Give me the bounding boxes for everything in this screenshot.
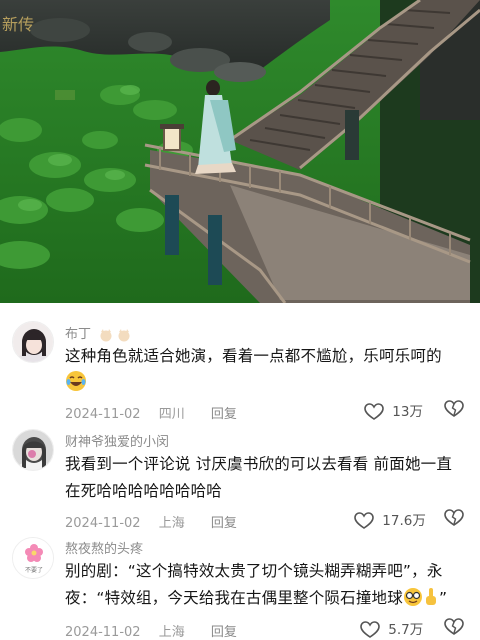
comment-body: 这种角色就适合她演，看着一点都不尴尬，乐呵乐呵的 [65, 347, 442, 365]
nerd-face-icon [403, 587, 423, 616]
comment-date: 2024-11-02 [65, 516, 141, 531]
avatar[interactable]: 不要了 [12, 537, 54, 579]
comment-username[interactable]: 财神爷独爱的小闵 [65, 431, 169, 450]
comment-location: 上海 [158, 516, 185, 531]
comment-username[interactable]: 熬夜熬的头疼 [65, 538, 143, 557]
comment-body-end: ” [438, 589, 448, 607]
ancient-garden-scene: 新传 [0, 0, 480, 303]
comment-item: 布丁 这种角色就适合她演，看着一点都不尴尬，乐呵乐呵的 2024-11-02 四… [0, 303, 480, 422]
comment-text: 我看到一个评论说 讨厌虞书欣的可以去看看 前面她一直在死哈哈哈哈哈哈哈哈 [65, 455, 453, 500]
comment-date: 2024-11-02 [65, 625, 141, 640]
heart-icon [360, 621, 380, 638]
like-button[interactable]: 17.6万 [354, 509, 426, 530]
svg-text:不要了: 不要了 [25, 567, 43, 574]
comment-location: 上海 [158, 625, 185, 640]
broken-heart-icon [444, 400, 464, 417]
video-frame[interactable]: 新传 [0, 0, 480, 303]
comment-item: 不要了 熬夜熬的头疼 别的剧：“这个搞特效太贵了切个镜头糊弄糊弄吧”，永夜：“特… [0, 531, 480, 640]
like-count: 17.6万 [382, 513, 426, 529]
comment-text: 这种角色就适合她演，看着一点都不尴尬，乐呵乐呵的 [65, 343, 465, 401]
comment-body: 别的剧：“这个搞特效太贵了切个镜头糊弄糊弄吧”，永夜：“特效组，今天给我在古偶里… [65, 562, 443, 607]
reply-button[interactable]: 回复 [211, 621, 237, 640]
broken-heart-icon [444, 509, 464, 526]
username-text[interactable]: 布丁 [65, 327, 91, 342]
svg-text:新传: 新传 [2, 15, 34, 34]
broken-heart-icon [444, 618, 464, 635]
like-count: 5.7万 [388, 622, 424, 638]
comment-text: 别的剧：“这个搞特效太贵了切个镜头糊弄糊弄吧”，永夜：“特效组，今天给我在古偶里… [65, 558, 465, 616]
dislike-button[interactable] [444, 509, 464, 531]
reply-button[interactable]: 回复 [211, 512, 237, 531]
pointing-up-icon [423, 587, 439, 616]
avatar[interactable] [12, 321, 54, 363]
avatar[interactable] [12, 429, 54, 471]
comment-list: 布丁 这种角色就适合她演，看着一点都不尴尬，乐呵乐呵的 2024-11-02 四… [0, 303, 480, 640]
like-button[interactable]: 13万 [364, 400, 423, 421]
comment-item: 财神爷独爱的小闵 我看到一个评论说 讨厌虞书欣的可以去看看 前面她一直在死哈哈哈… [0, 419, 480, 531]
comment-meta: 2024-11-02 上海 回复 [65, 512, 237, 531]
dislike-button[interactable] [444, 618, 464, 640]
like-button[interactable]: 5.7万 [360, 618, 423, 639]
laughing-tears-icon [65, 370, 87, 401]
like-count: 13万 [392, 404, 423, 420]
comment-meta: 2024-11-02 上海 回复 [65, 621, 237, 640]
heart-icon [354, 512, 374, 529]
